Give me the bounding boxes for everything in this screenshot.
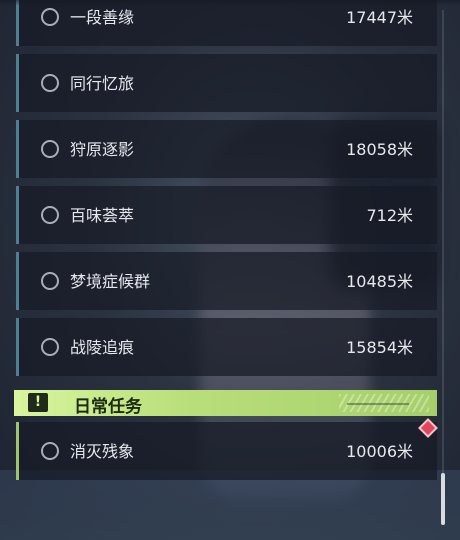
- quest-status-circle-icon: [41, 442, 59, 460]
- quest-list: 一段善缘 17447米 同行忆旅 狩原逐影 18058米 百味荟萃 712米 梦…: [0, 0, 460, 540]
- quest-item[interactable]: 狩原逐影 18058米: [16, 120, 437, 178]
- quest-name: 战陵追痕: [70, 338, 135, 357]
- daily-quests-header[interactable]: ! 日常任务: [14, 390, 437, 417]
- top-fade: [0, 0, 460, 6]
- quest-item[interactable]: 同行忆旅: [16, 54, 437, 112]
- quest-name: 百味荟萃: [70, 206, 135, 225]
- quest-distance: 17447米: [346, 8, 413, 27]
- quest-status-circle-icon: [41, 8, 59, 26]
- quest-status-circle-icon: [41, 338, 59, 356]
- exclamation-icon: !: [28, 393, 48, 412]
- quest-item[interactable]: 一段善缘 17447米: [16, 0, 437, 46]
- quest-name: 狩原逐影: [70, 140, 135, 159]
- quest-name: 同行忆旅: [70, 74, 135, 93]
- scrollbar-track[interactable]: [442, 10, 444, 525]
- quest-item[interactable]: 梦境症候群 10485米: [16, 252, 437, 310]
- quest-status-circle-icon: [41, 206, 59, 224]
- decorative-line: [347, 403, 409, 405]
- section-title: 日常任务: [74, 397, 142, 417]
- scrollbar-thumb[interactable]: [441, 473, 445, 525]
- quest-status-circle-icon: [41, 272, 59, 290]
- quest-item[interactable]: 战陵追痕 15854米: [16, 318, 437, 376]
- quest-name: 消灭残象: [70, 442, 135, 461]
- quest-name: 梦境症候群: [70, 272, 151, 291]
- quest-item[interactable]: 百味荟萃 712米: [16, 186, 437, 244]
- quest-item[interactable]: 消灭残象 10006米: [16, 422, 437, 480]
- quest-status-circle-icon: [41, 74, 59, 92]
- quest-distance: 15854米: [346, 338, 413, 357]
- quest-distance: 10006米: [346, 442, 413, 461]
- quest-distance: 18058米: [346, 140, 413, 159]
- quest-distance: 712米: [366, 206, 413, 225]
- quest-name: 一段善缘: [70, 8, 135, 27]
- quest-status-circle-icon: [41, 140, 59, 158]
- quest-distance: 10485米: [346, 272, 413, 291]
